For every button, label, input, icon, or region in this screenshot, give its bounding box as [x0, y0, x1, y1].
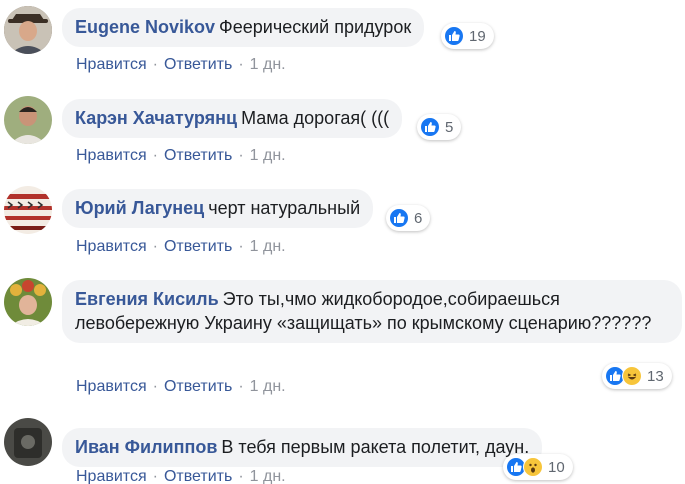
comment-bubble: Евгения Кисиль Это ты,чмо жидкобородое,со…: [62, 280, 682, 343]
comment-actions: Нравится · Ответить · 1 дн.: [76, 56, 286, 74]
haha-reaction-icon: [622, 366, 642, 386]
comment-text: черт натуральный: [208, 198, 361, 218]
comment-author-link[interactable]: Eugene Novikov: [75, 17, 215, 37]
like-button[interactable]: Нравится: [76, 238, 147, 255]
separator-dot: ·: [152, 147, 158, 164]
reactions-count: 19: [469, 27, 486, 45]
avatar[interactable]: [4, 418, 52, 466]
comment-actions: Нравится · Ответить · 1 дн.: [76, 238, 286, 256]
avatar[interactable]: [4, 186, 52, 234]
like-reaction-icon: [444, 26, 464, 46]
comment-actions: Нравится · Ответить · 1 дн.: [76, 147, 286, 165]
like-reaction-icon: [389, 208, 409, 228]
reactions-count: 6: [414, 209, 423, 227]
separator-dot: ·: [238, 378, 244, 395]
reply-button[interactable]: Ответить: [164, 147, 232, 164]
avatar[interactable]: [4, 6, 52, 54]
separator-dot: ·: [152, 468, 158, 484]
comment-bubble: Иван Филиппов В тебя первым ракета полети…: [62, 428, 543, 467]
comment-text: В тебя первым ракета полетит, даун.: [221, 437, 530, 457]
comment-actions: Нравится · Ответить · 1 дн.: [76, 468, 286, 484]
comment-timestamp[interactable]: 1 дн.: [250, 468, 286, 484]
like-button[interactable]: Нравится: [76, 468, 147, 484]
reactions-summary[interactable]: 6: [386, 205, 431, 231]
reactions-count: 10: [548, 458, 565, 476]
reply-button[interactable]: Ответить: [164, 238, 232, 255]
comment-bubble: Юрий Лагунец черт натуральный: [62, 189, 374, 228]
comment-bubble: Карэн Хачатурянц Мама дорогая( (((: [62, 99, 403, 138]
reactions-summary[interactable]: 13: [602, 363, 672, 389]
separator-dot: ·: [238, 468, 244, 484]
like-button[interactable]: Нравится: [76, 147, 147, 164]
comment-timestamp[interactable]: 1 дн.: [250, 56, 286, 73]
avatar[interactable]: [4, 278, 52, 326]
reply-button[interactable]: Ответить: [164, 56, 232, 73]
like-button[interactable]: Нравится: [76, 56, 147, 73]
reactions-count: 5: [445, 118, 454, 136]
comment-author-link[interactable]: Карэн Хачатурянц: [75, 108, 237, 128]
like-button[interactable]: Нравится: [76, 378, 147, 395]
reactions-summary[interactable]: 10: [503, 454, 573, 480]
comment-actions: Нравится · Ответить · 1 дн.: [76, 378, 286, 396]
separator-dot: ·: [238, 238, 244, 255]
comment-timestamp[interactable]: 1 дн.: [250, 378, 286, 395]
comment-timestamp[interactable]: 1 дн.: [250, 147, 286, 164]
comment-author-link[interactable]: Евгения Кисиль: [75, 289, 219, 309]
comment-timestamp[interactable]: 1 дн.: [250, 238, 286, 255]
comment-author-link[interactable]: Иван Филиппов: [75, 437, 217, 457]
avatar[interactable]: [4, 96, 52, 144]
comment-text: Мама дорогая( (((: [241, 108, 390, 128]
reactions-count: 13: [647, 367, 664, 385]
comment-bubble: Eugene Novikov Феерический придурок: [62, 8, 425, 47]
separator-dot: ·: [238, 56, 244, 73]
separator-dot: ·: [238, 147, 244, 164]
like-reaction-icon: [420, 117, 440, 137]
separator-dot: ·: [152, 56, 158, 73]
comment-text: Феерический придурок: [219, 17, 412, 37]
separator-dot: ·: [152, 378, 158, 395]
reply-button[interactable]: Ответить: [164, 378, 232, 395]
separator-dot: ·: [152, 238, 158, 255]
reactions-summary[interactable]: 5: [417, 114, 462, 140]
comment-author-link[interactable]: Юрий Лагунец: [75, 198, 204, 218]
reactions-summary[interactable]: 19: [441, 23, 494, 49]
reply-button[interactable]: Ответить: [164, 468, 232, 484]
wow-reaction-icon: [523, 457, 543, 477]
